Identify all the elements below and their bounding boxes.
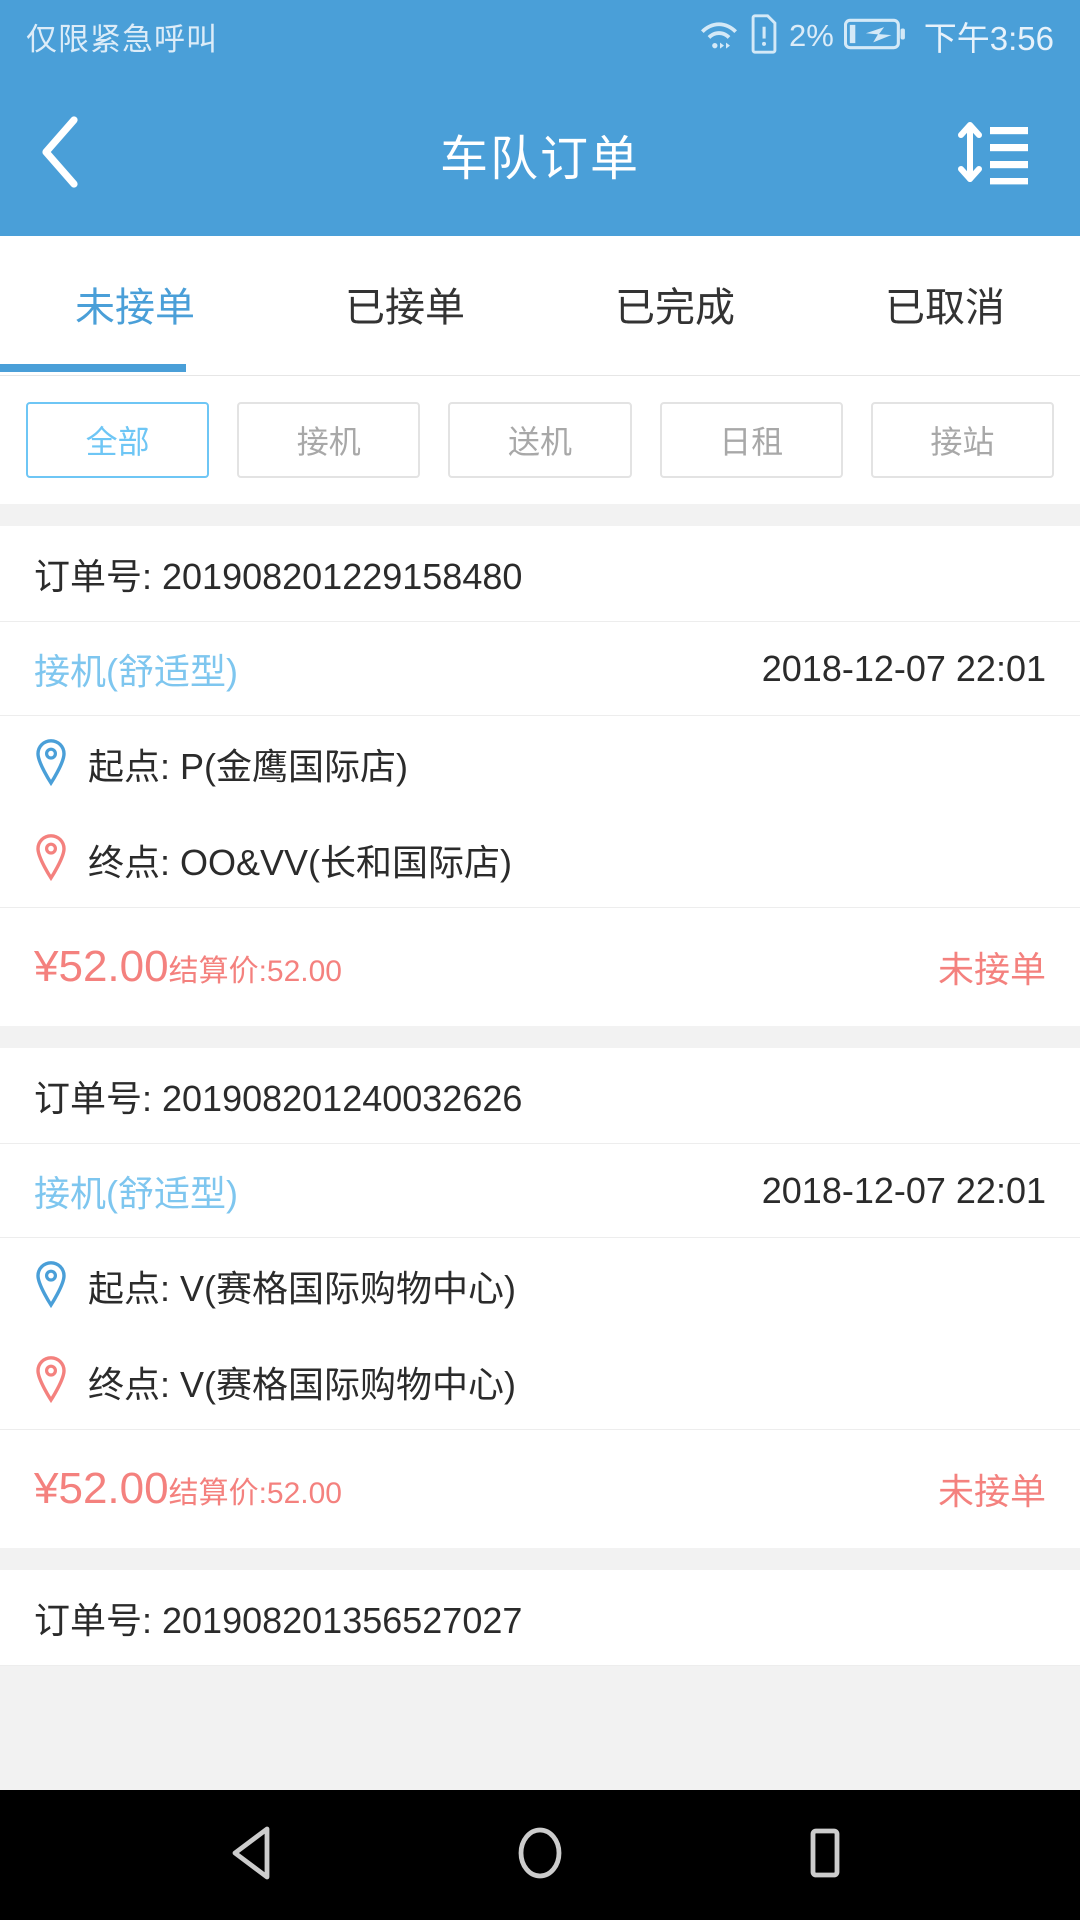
filter-chip-label: 送机 (508, 424, 573, 460)
clock-label: 下午3:56 (923, 20, 1054, 57)
list-separator (0, 504, 1080, 526)
filter-chip-label: 接机 (296, 424, 361, 460)
order-type-row: 接机(舒适型) 2018-12-07 22:01 (0, 1144, 1080, 1238)
origin-row: 起点: P(金鹰国际店) (0, 716, 1080, 812)
order-number-row: 订单号: 201908201229158480 (0, 526, 1080, 622)
order-type-label: 接机(舒适型) (34, 1172, 238, 1214)
order-date-label: 2018-12-07 22:01 (761, 1169, 1046, 1211)
sort-icon (956, 119, 1030, 190)
android-recents-icon (799, 1825, 851, 1886)
status-bar: 仅限紧急呼叫 2% 下午3:56 (0, 0, 1080, 72)
order-date-label: 2018-12-07 22:01 (761, 647, 1046, 689)
order-number-label: 订单号: 201908201356527027 (34, 1599, 523, 1641)
filter-chip-label: 日租 (719, 424, 784, 460)
destination-row: 终点: V(赛格国际购物中心) (0, 1334, 1080, 1430)
service-type-filters: 全部 接机 送机 日租 接站 (0, 376, 1080, 504)
destination-row: 终点: OO&VV(长和国际店) (0, 812, 1080, 908)
android-home-icon (514, 1825, 566, 1886)
app-bar: 车队订单 (0, 72, 1080, 236)
battery-percent-label: 2% (788, 18, 834, 53)
tab-label: 未接单 (75, 286, 195, 330)
origin-row: 起点: V(赛格国际购物中心) (0, 1238, 1080, 1334)
order-number-label: 订单号: 201908201240032626 (34, 1077, 523, 1119)
order-price-row: ¥52.00 结算价:52.00 未接单 (0, 908, 1080, 1026)
page-title: 车队订单 (439, 133, 640, 186)
order-list: 订单号: 201908201229158480 接机(舒适型) 2018-12-… (0, 504, 1080, 1666)
android-navigation-bar (0, 1790, 1080, 1920)
filter-chip-dropoff[interactable]: 送机 (448, 402, 632, 478)
destination-pin-icon (34, 833, 68, 886)
filter-chip-label: 全部 (85, 424, 150, 460)
destination-pin-icon (34, 1355, 68, 1408)
tab-accepted[interactable]: 已接单 (270, 236, 540, 372)
wifi-icon (699, 17, 739, 56)
filter-chip-label: 接站 (930, 424, 995, 460)
list-separator (0, 1548, 1080, 1570)
order-card[interactable]: 订单号: 201908201240032626 接机(舒适型) 2018-12-… (0, 1048, 1080, 1548)
settlement-price-label: 结算价:52.00 (168, 1477, 342, 1510)
android-recents-button[interactable] (780, 1810, 870, 1900)
settlement-price-label: 结算价:52.00 (168, 955, 342, 988)
order-number-label: 订单号: 201908201229158480 (34, 555, 523, 597)
origin-label: 起点: P(金鹰国际店) (88, 746, 408, 787)
status-badge: 未接单 (937, 949, 1046, 990)
filter-chip-daily-rental[interactable]: 日租 (659, 402, 843, 478)
filter-chip-station[interactable]: 接站 (870, 402, 1055, 478)
origin-label: 起点: V(赛格国际购物中心) (88, 1268, 516, 1309)
order-number-row: 订单号: 201908201356527027 (0, 1570, 1080, 1666)
android-back-icon (229, 1825, 281, 1886)
battery-charging-icon (843, 17, 906, 56)
destination-label: 终点: V(赛格国际购物中心) (88, 1363, 516, 1405)
tab-label: 已完成 (615, 286, 735, 330)
android-home-button[interactable] (495, 1810, 585, 1900)
origin-pin-icon (34, 738, 68, 791)
order-type-label: 接机(舒适型) (34, 650, 238, 692)
price-label: ¥52.00 (34, 1464, 169, 1513)
sim-alert-icon (749, 13, 779, 59)
order-card[interactable]: 订单号: 201908201229158480 接机(舒适型) 2018-12-… (0, 526, 1080, 1026)
order-type-row: 接机(舒适型) 2018-12-07 22:01 (0, 622, 1080, 716)
filter-chip-all[interactable]: 全部 (26, 402, 210, 478)
tab-cancelled[interactable]: 已取消 (810, 236, 1080, 372)
status-badge: 未接单 (937, 1471, 1046, 1512)
tab-completed[interactable]: 已完成 (540, 236, 810, 372)
order-price-row: ¥52.00 结算价:52.00 未接单 (0, 1430, 1080, 1548)
sort-button[interactable] (938, 72, 1048, 236)
tab-label: 已取消 (885, 286, 1005, 330)
price-group: ¥52.00 结算价:52.00 (34, 1464, 342, 1514)
android-back-button[interactable] (210, 1810, 300, 1900)
tab-pending[interactable]: 未接单 (0, 236, 270, 372)
back-button[interactable] (0, 72, 120, 236)
order-number-row: 订单号: 201908201240032626 (0, 1048, 1080, 1144)
origin-pin-icon (34, 1260, 68, 1313)
list-separator (0, 1026, 1080, 1048)
status-tabs: 未接单 已接单 已完成 已取消 (0, 236, 1080, 376)
price-label: ¥52.00 (34, 942, 169, 991)
destination-label: 终点: OO&VV(长和国际店) (88, 841, 513, 883)
filter-chip-pickup[interactable]: 接机 (237, 402, 421, 478)
price-group: ¥52.00 结算价:52.00 (34, 942, 342, 992)
tab-label: 已接单 (345, 286, 465, 330)
carrier-label: 仅限紧急呼叫 (26, 21, 218, 57)
app-screen: 仅限紧急呼叫 2% 下午3:56 车队订单 未接单 已接单 已完成 已取消 全部… (0, 0, 1080, 1920)
status-icons: 2% 下午3:56 (699, 12, 1054, 60)
order-card[interactable]: 订单号: 201908201356527027 (0, 1570, 1080, 1666)
chevron-left-icon (38, 114, 82, 195)
